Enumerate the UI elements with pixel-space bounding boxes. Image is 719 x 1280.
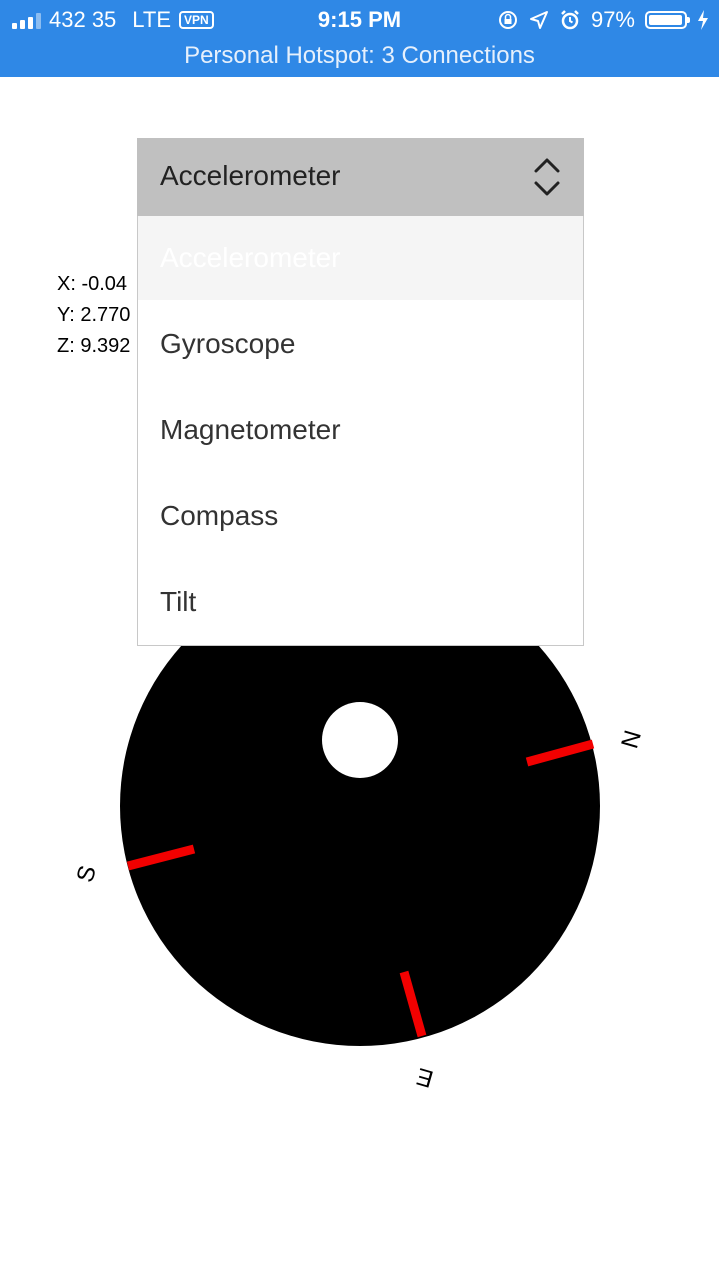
option-label: Magnetometer: [160, 414, 341, 445]
option-compass[interactable]: Compass: [138, 474, 583, 560]
battery-percentage: 97%: [590, 7, 635, 32]
sensor-options-list: Accelerometer Gyroscope Magnetometer Com…: [137, 216, 584, 646]
alarm-clock-icon: [561, 10, 579, 30]
option-label: Tilt: [160, 586, 197, 617]
hotspot-banner[interactable]: Personal Hotspot: 3 Connections: [0, 40, 719, 72]
compass-center-hole: [322, 702, 398, 778]
location-arrow-icon: [529, 11, 548, 29]
up-down-chevron-icon: [534, 158, 560, 196]
charging-bolt-icon: [698, 10, 708, 30]
rotation-lock-icon: [498, 11, 517, 29]
north-label: N: [615, 727, 646, 751]
option-gyroscope[interactable]: Gyroscope: [138, 302, 583, 388]
battery-icon: [645, 11, 690, 29]
option-magnetometer[interactable]: Magnetometer: [138, 388, 583, 474]
x-readout: X: -0.04: [57, 273, 128, 295]
status-right: 97%: [497, 6, 709, 34]
option-label: Gyroscope: [160, 328, 296, 359]
east-label: E: [414, 1062, 437, 1092]
option-label: Compass: [160, 500, 279, 531]
y-readout: Y: 2.770: [57, 304, 131, 326]
option-label: Accelerometer: [160, 242, 341, 273]
south-label: S: [72, 863, 102, 886]
status-bar: 432 35 LTE VPN 9:15 PM 97% Personal Hots…: [0, 0, 719, 77]
sensor-select-value: Accelerometer: [160, 160, 341, 191]
z-readout: Z: 9.392: [57, 335, 131, 357]
sensor-select[interactable]: Accelerometer: [137, 138, 584, 216]
option-tilt[interactable]: Tilt: [138, 560, 583, 646]
option-accelerometer[interactable]: Accelerometer: [138, 216, 583, 300]
